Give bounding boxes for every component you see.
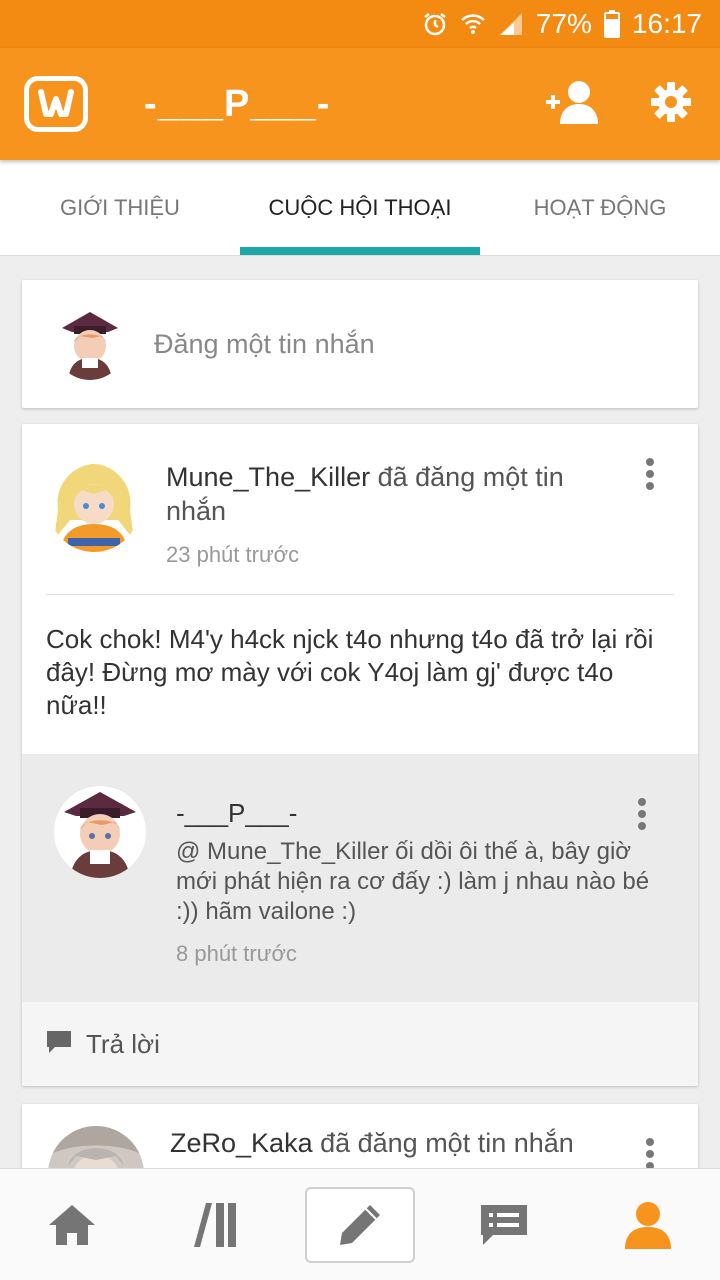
avatar [54,308,126,380]
avatar[interactable] [54,786,146,878]
more-options-icon[interactable] [646,458,654,490]
reply-button[interactable]: Trả lời [22,1002,698,1086]
comment-icon [46,1030,72,1059]
wifi-icon [460,11,486,37]
battery-icon [603,10,620,38]
compose-placeholder: Đăng một tin nhắn [154,328,375,359]
profile-tabs: GIỚI THIỆU CUỘC HỘI THOẠI HOẠT ĐỘNG [0,160,720,256]
reply-timestamp: 8 phút trước [176,941,297,966]
post-action-text: đã đăng một tin nhắn [312,1128,574,1158]
write-icon[interactable] [305,1186,415,1263]
bottom-navigation [0,1168,720,1280]
reply-author[interactable]: -___P___- [176,798,656,829]
profile-icon[interactable] [593,1187,703,1263]
post-author[interactable]: Mune_The_Killer [166,462,370,492]
clock: 16:17 [631,8,702,39]
reply-item: -___P___- @ Mune_The_Killer ối dồi ôi th… [22,754,698,1002]
alarm-icon [422,11,448,37]
add-follower-icon[interactable] [544,80,600,129]
post-body: Cok chok! M4'y h4ck njck t4o nhưng t4o đ… [46,624,654,720]
profile-title: -___P___- [144,82,331,125]
messages-icon[interactable] [449,1187,559,1263]
compose-message-card[interactable]: Đăng một tin nhắn [22,280,698,408]
tab-conversations[interactable]: CUỘC HỘI THOẠI [240,160,480,255]
library-icon[interactable] [161,1187,271,1263]
app-bar: -___P___- [0,48,720,160]
avatar[interactable] [48,460,140,552]
message-post: Mune_The_Killer đã đăng một tin nhắn 23 … [22,424,698,1086]
post-author[interactable]: ZeRo_Kaka [170,1128,313,1158]
post-timestamp: 23 phút trước [166,542,300,567]
battery-percent: 77% [535,8,592,39]
status-bar: 77% 16:17 [0,0,720,48]
more-options-icon[interactable] [646,1138,654,1170]
reply-label: Trả lời [86,1028,160,1059]
reply-text: @ Mune_The_Killer ối dồi ôi thế à, bây g… [176,838,650,925]
more-options-icon[interactable] [638,798,646,830]
tab-about[interactable]: GIỚI THIỆU [0,160,240,255]
signal-icon [498,11,524,37]
home-icon[interactable] [17,1187,127,1263]
wattpad-logo-icon[interactable] [24,76,88,132]
gear-icon[interactable] [650,81,692,128]
tab-activity[interactable]: HOẠT ĐỘNG [480,160,720,255]
